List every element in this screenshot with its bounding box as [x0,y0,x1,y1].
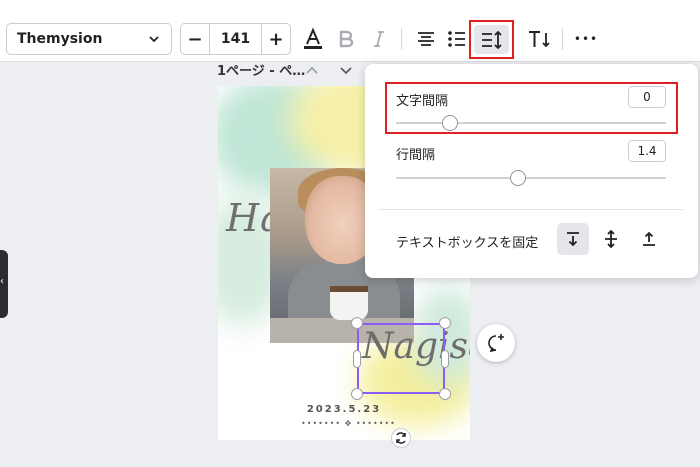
text-color-button[interactable] [298,23,328,55]
line-spacing-input[interactable]: 1.4 [628,140,666,162]
anchor-middle-button[interactable] [595,223,627,255]
letter-spacing-label: 文字間隔 [396,94,449,109]
line-spacing-icon [481,30,502,49]
toolbar-divider [401,28,402,50]
photo-cup [330,286,368,320]
chevron-down-icon [147,32,161,50]
side-panel-toggle[interactable]: ‹ [0,250,8,318]
page-title[interactable]: 1ページ - ペ… [217,60,305,79]
italic-icon [374,31,384,47]
resize-handle[interactable] [351,317,363,329]
font-size-input[interactable]: 141 [209,24,262,54]
bold-icon [339,30,354,48]
more-options-button[interactable]: ••• [571,23,601,55]
bullet-list-icon [448,31,465,47]
font-size-stepper: − 141 + [180,23,291,55]
chevron-left-icon: ‹ [0,276,4,287]
spacing-panel: 文字間隔 0 行間隔 1.4 テキストボックスを固定 [365,64,698,278]
add-comment-icon [488,334,504,353]
align-bottom-icon [643,231,655,246]
letter-spacing-slider[interactable] [396,122,666,124]
font-family-dropdown[interactable]: Themysion [6,23,172,55]
decrease-font-size-button[interactable]: − [181,24,209,54]
spacing-button-inner [474,25,509,54]
bullet-list-button[interactable] [442,23,472,55]
bold-button[interactable] [331,23,361,55]
toolbar: Themysion − 141 + ••• [0,0,700,62]
ornament-divider: ••••••• ✥ ••••••• [301,419,396,428]
anchor-top-button[interactable] [557,223,589,255]
resize-handle[interactable] [439,388,451,400]
align-top-icon [567,232,579,247]
chevron-down-icon[interactable] [339,61,353,80]
line-spacing-slider[interactable] [396,177,666,179]
add-comment-button[interactable] [477,324,515,362]
line-spacing-label: 行間隔 [396,148,436,163]
align-center-icon [418,32,434,46]
rotate-icon [396,432,406,444]
increase-font-size-button[interactable]: + [262,24,290,54]
resize-handle[interactable] [439,317,451,329]
text-effects-button[interactable] [524,23,554,55]
fix-textbox-label: テキストボックスを固定 [396,236,539,251]
selection-box[interactable] [357,323,445,394]
anchor-bottom-button[interactable] [633,223,665,255]
resize-handle[interactable] [351,388,363,400]
italic-button[interactable] [364,23,394,55]
letter-spacing-slider-handle[interactable] [442,115,458,131]
letter-spacing-input[interactable]: 0 [628,86,666,108]
font-family-value: Themysion [17,31,103,47]
toolbar-divider [562,28,563,50]
side-resize-handle[interactable] [353,350,361,368]
text-color-icon [304,27,322,49]
align-middle-icon [605,230,617,248]
spacing-button[interactable] [469,20,514,59]
date-text[interactable]: 2023.5.23 [218,404,470,415]
rotate-button[interactable] [391,428,411,448]
line-spacing-slider-handle[interactable] [509,170,526,186]
side-resize-handle[interactable] [441,350,449,368]
chevron-up-icon[interactable] [305,61,319,80]
panel-divider [379,209,684,210]
text-align-button[interactable] [411,23,441,55]
text-transform-icon [529,31,550,48]
